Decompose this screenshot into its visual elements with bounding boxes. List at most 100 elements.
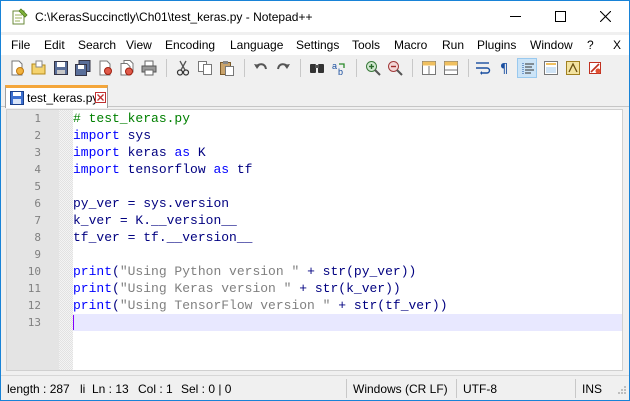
menu-encoding[interactable]: Encoding	[165, 38, 215, 52]
status-eol-format[interactable]: Windows (CR LF)	[353, 382, 448, 396]
menu-file[interactable]: File	[11, 38, 30, 52]
maximize-button[interactable]	[538, 1, 583, 32]
close-file-icon	[99, 60, 112, 76]
code-line[interactable]: import keras as K	[73, 144, 622, 161]
status-separator	[346, 379, 347, 398]
cut-button[interactable]	[173, 58, 193, 78]
find-button[interactable]	[307, 58, 327, 78]
code-line[interactable]	[73, 178, 622, 195]
fold-margin[interactable]	[59, 110, 73, 370]
status-encoding[interactable]: UTF-8	[463, 382, 497, 396]
code-line[interactable]: print("Using Keras version " + str(k_ver…	[73, 280, 622, 297]
tab-bar: test_keras.py	[1, 83, 629, 108]
line-number: 13	[27, 316, 41, 329]
line-number: 12	[27, 299, 41, 312]
undo-button[interactable]	[251, 58, 271, 78]
sync-vertical-scroll-button[interactable]	[419, 58, 439, 78]
cut-icon	[176, 60, 190, 76]
new-file-icon	[11, 60, 24, 76]
menu-search[interactable]: Search	[78, 38, 116, 52]
resize-grip-icon[interactable]	[617, 384, 627, 398]
close-tab-icon	[95, 92, 106, 103]
save-button[interactable]	[51, 58, 71, 78]
menu-macro[interactable]: Macro	[394, 38, 427, 52]
menu-language[interactable]: Language	[230, 38, 283, 52]
maximize-icon	[555, 11, 566, 22]
indent-guide-button[interactable]	[517, 58, 537, 78]
status-separator	[575, 379, 576, 398]
line-number: 6	[34, 197, 41, 210]
menu-plugins[interactable]: Plugins	[477, 38, 516, 52]
zoom-out-button[interactable]	[385, 58, 405, 78]
line-number: 5	[34, 180, 41, 193]
save-all-button[interactable]	[73, 58, 93, 78]
document-map-button[interactable]	[541, 58, 561, 78]
macro-record-icon	[589, 62, 601, 74]
code-line[interactable]	[73, 246, 622, 263]
menu-settings[interactable]: Settings	[296, 38, 339, 52]
copy-button[interactable]	[195, 58, 215, 78]
close-file-button[interactable]	[95, 58, 115, 78]
menu-tools[interactable]: Tools	[352, 38, 380, 52]
menu-close-document[interactable]: X	[613, 38, 621, 52]
show-all-characters-button[interactable]: ¶	[495, 58, 515, 78]
line-number: 10	[27, 265, 41, 278]
line-number: 9	[34, 248, 41, 261]
current-code-line[interactable]	[73, 314, 622, 331]
print-button[interactable]	[139, 58, 159, 78]
menu-edit[interactable]: Edit	[44, 38, 65, 52]
toolbar-separator	[412, 59, 413, 77]
new-file-button[interactable]	[7, 58, 27, 78]
paste-button[interactable]	[217, 58, 237, 78]
undo-icon	[254, 63, 267, 70]
word-wrap-icon	[476, 62, 491, 75]
minimize-icon	[510, 16, 521, 17]
toolbar-separator	[300, 59, 301, 77]
word-wrap-button[interactable]	[473, 58, 493, 78]
code-line[interactable]: import sys	[73, 127, 622, 144]
window-title: C:\KerasSuccinctly\Ch01\test_keras.py - …	[35, 10, 313, 24]
status-insert-mode[interactable]: INS	[582, 382, 602, 396]
toolbar: ab ¶	[1, 55, 629, 81]
function-list-button[interactable]	[563, 58, 583, 78]
saved-file-icon	[10, 91, 24, 108]
tab-close-button[interactable]	[95, 92, 106, 103]
notepad-window: C:\KerasSuccinctly\Ch01\test_keras.py - …	[0, 0, 630, 401]
line-number: 8	[34, 231, 41, 244]
replace-button[interactable]: ab	[329, 58, 349, 78]
tab-test-keras[interactable]: test_keras.py	[5, 85, 108, 108]
code-line[interactable]: print("Using Python version " + str(py_v…	[73, 263, 622, 280]
menu-view[interactable]: View	[126, 38, 152, 52]
menu-window[interactable]: Window	[530, 38, 573, 52]
menu-help[interactable]: ?	[587, 38, 594, 52]
redo-button[interactable]	[273, 58, 293, 78]
indent-guide-icon	[522, 63, 534, 75]
code-editor[interactable]: 1 2 3 4 5 6 7 8 9 10 11 12 13 # test_ker…	[6, 109, 623, 371]
sync-horizontal-scroll-button[interactable]	[441, 58, 461, 78]
svg-text:a: a	[332, 61, 337, 71]
notepad-plus-plus-logo-icon	[11, 8, 28, 25]
line-number: 7	[34, 214, 41, 227]
code-line[interactable]: py_ver = sys.version	[73, 195, 622, 212]
function-list-icon	[566, 61, 580, 75]
status-line-number: Ln : 13	[92, 382, 129, 396]
code-line[interactable]: import tensorflow as tf	[73, 161, 622, 178]
close-window-button[interactable]	[583, 1, 628, 32]
tab-label: test_keras.py	[27, 91, 99, 105]
code-line[interactable]: tf_ver = tf.__version__	[73, 229, 622, 246]
minimize-button[interactable]	[493, 1, 538, 32]
zoom-in-button[interactable]	[363, 58, 383, 78]
toolbar-separator	[244, 59, 245, 77]
code-line[interactable]: k_ver = K.__version__	[73, 212, 622, 229]
macro-record-button[interactable]	[585, 58, 605, 78]
line-number: 3	[34, 146, 41, 159]
line-number: 1	[34, 112, 41, 125]
close-all-button[interactable]	[117, 58, 137, 78]
open-file-button[interactable]	[29, 58, 49, 78]
title-bar[interactable]: C:\KerasSuccinctly\Ch01\test_keras.py - …	[1, 1, 629, 32]
menu-run[interactable]: Run	[442, 38, 464, 52]
code-line[interactable]: print("Using TensorFlow version " + str(…	[73, 297, 622, 314]
find-binoculars-icon	[310, 64, 324, 73]
status-bar: length : 287 li Ln : 13 Col : 1 Sel : 0 …	[1, 375, 629, 400]
code-line[interactable]: # test_keras.py	[73, 110, 622, 127]
